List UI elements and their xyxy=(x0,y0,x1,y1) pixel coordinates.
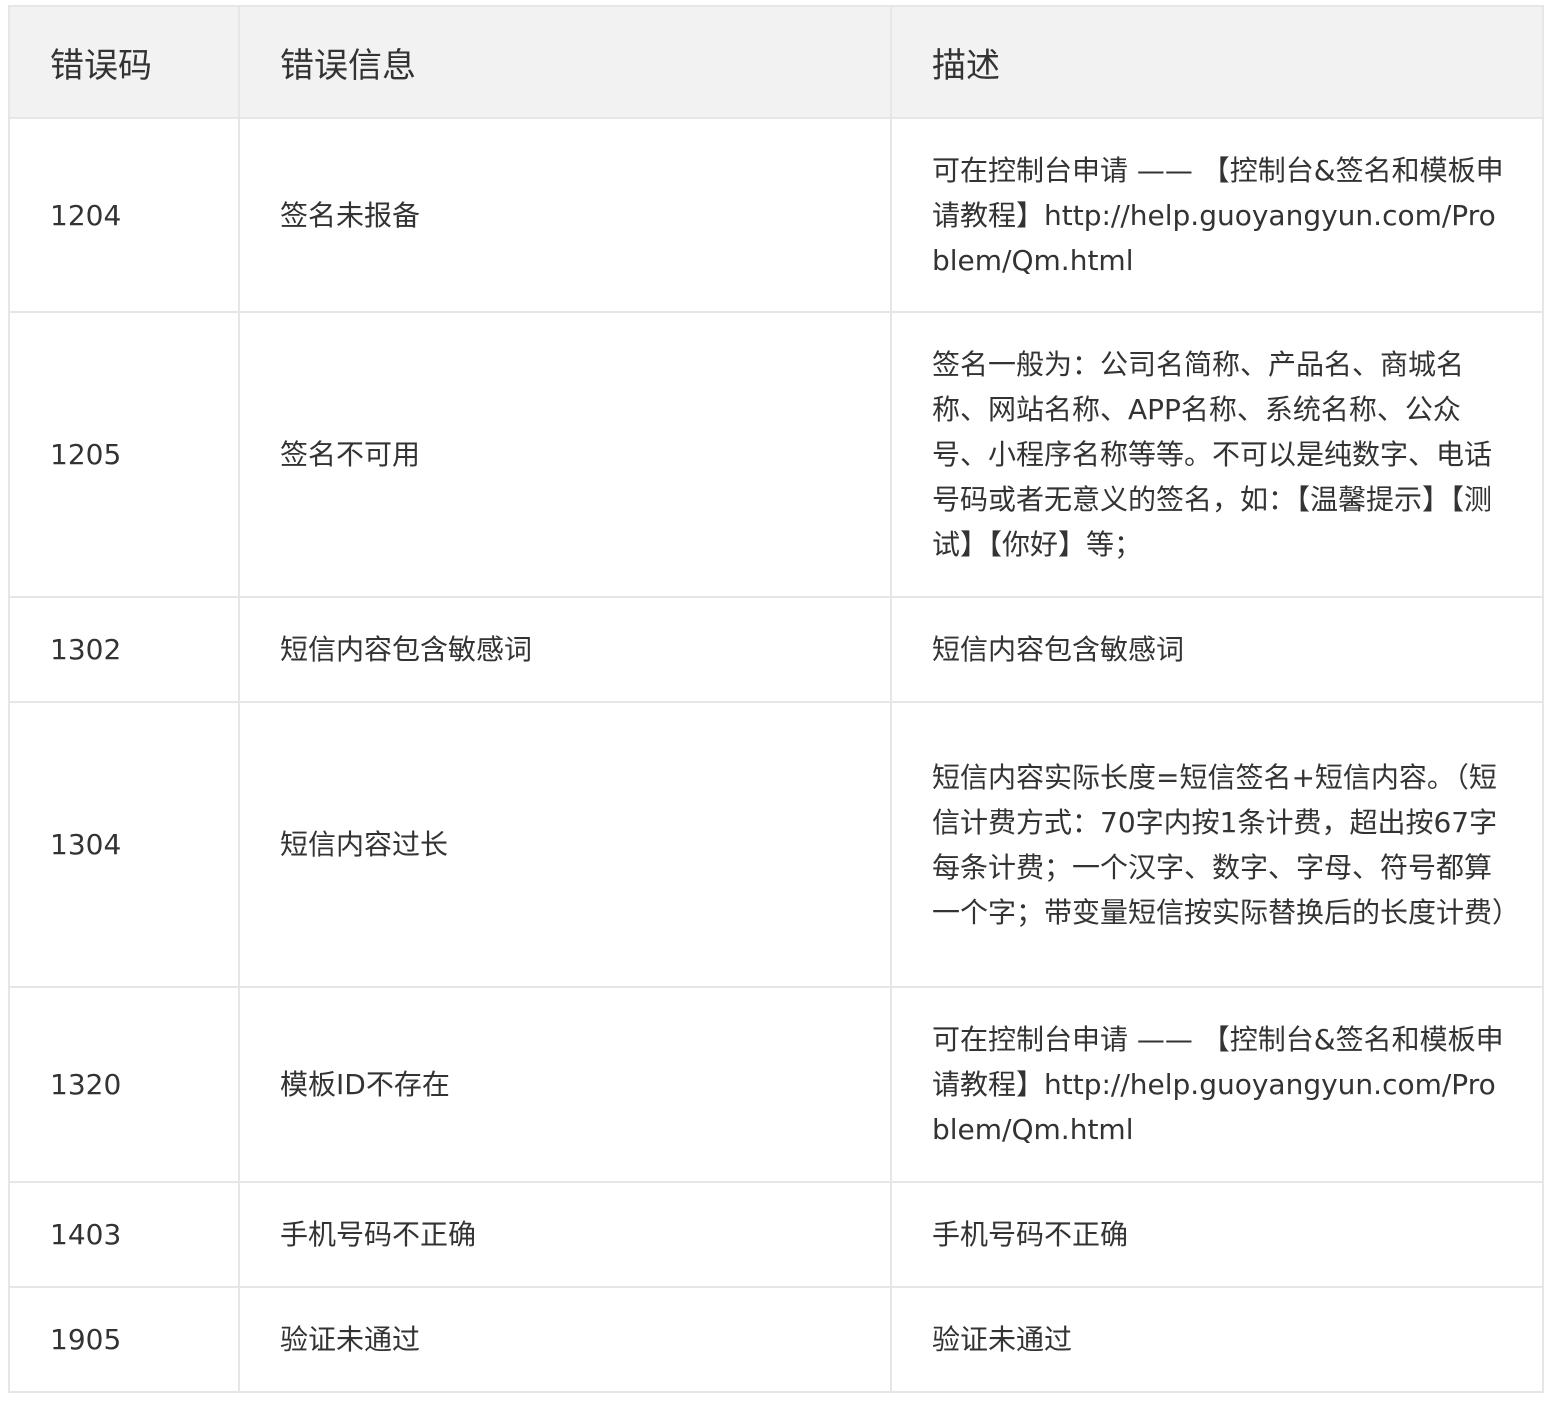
table-row: 1204 签名未报备 可在控制台申请 —— 【控制台&签名和模板申请教程】htt… xyxy=(8,117,1544,313)
table-header: 错误码 错误信息 描述 xyxy=(8,5,1544,119)
error-code-cell: 1905 xyxy=(8,1286,240,1393)
header-description: 描述 xyxy=(890,5,1544,119)
error-message-cell: 签名未报备 xyxy=(238,117,892,313)
error-message-cell: 短信内容包含敏感词 xyxy=(238,596,892,703)
error-code-cell: 1403 xyxy=(8,1181,240,1288)
error-code-cell: 1204 xyxy=(8,117,240,313)
error-code-cell: 1320 xyxy=(8,986,240,1183)
error-message-cell: 短信内容过长 xyxy=(238,701,892,988)
table-row: 1304 短信内容过长 短信内容实际长度=短信签名+短信内容。（短信计费方式：7… xyxy=(8,701,1544,988)
header-row: 错误码 错误信息 描述 xyxy=(8,5,1544,119)
error-code-cell: 1304 xyxy=(8,701,240,988)
table-row: 1205 签名不可用 签名一般为：公司名简称、产品名、商城名称、网站名称、APP… xyxy=(8,311,1544,598)
description-cell: 可在控制台申请 —— 【控制台&签名和模板申请教程】http://help.gu… xyxy=(890,117,1544,313)
table-row: 1320 模板ID不存在 可在控制台申请 —— 【控制台&签名和模板申请教程】h… xyxy=(8,986,1544,1183)
error-code-table-container: 错误码 错误信息 描述 1204 签名未报备 可在控制台申请 —— 【控制台&签… xyxy=(8,5,1544,1393)
header-error-message: 错误信息 xyxy=(238,5,892,119)
table-row: 1403 手机号码不正确 手机号码不正确 xyxy=(8,1181,1544,1288)
description-cell: 签名一般为：公司名简称、产品名、商城名称、网站名称、APP名称、系统名称、公众号… xyxy=(890,311,1544,598)
header-error-code: 错误码 xyxy=(8,5,240,119)
table-body: 1204 签名未报备 可在控制台申请 —— 【控制台&签名和模板申请教程】htt… xyxy=(8,117,1544,1393)
error-message-cell: 签名不可用 xyxy=(238,311,892,598)
description-cell: 验证未通过 xyxy=(890,1286,1544,1393)
description-cell: 短信内容实际长度=短信签名+短信内容。（短信计费方式：70字内按1条计费，超出按… xyxy=(890,701,1544,988)
error-code-table: 错误码 错误信息 描述 1204 签名未报备 可在控制台申请 —— 【控制台&签… xyxy=(8,5,1544,1393)
error-code-cell: 1205 xyxy=(8,311,240,598)
table-row: 1905 验证未通过 验证未通过 xyxy=(8,1286,1544,1393)
error-message-cell: 模板ID不存在 xyxy=(238,986,892,1183)
error-code-cell: 1302 xyxy=(8,596,240,703)
error-message-cell: 手机号码不正确 xyxy=(238,1181,892,1288)
error-message-cell: 验证未通过 xyxy=(238,1286,892,1393)
description-cell: 可在控制台申请 —— 【控制台&签名和模板申请教程】http://help.gu… xyxy=(890,986,1544,1183)
table-row: 1302 短信内容包含敏感词 短信内容包含敏感词 xyxy=(8,596,1544,703)
description-cell: 短信内容包含敏感词 xyxy=(890,596,1544,703)
description-cell: 手机号码不正确 xyxy=(890,1181,1544,1288)
